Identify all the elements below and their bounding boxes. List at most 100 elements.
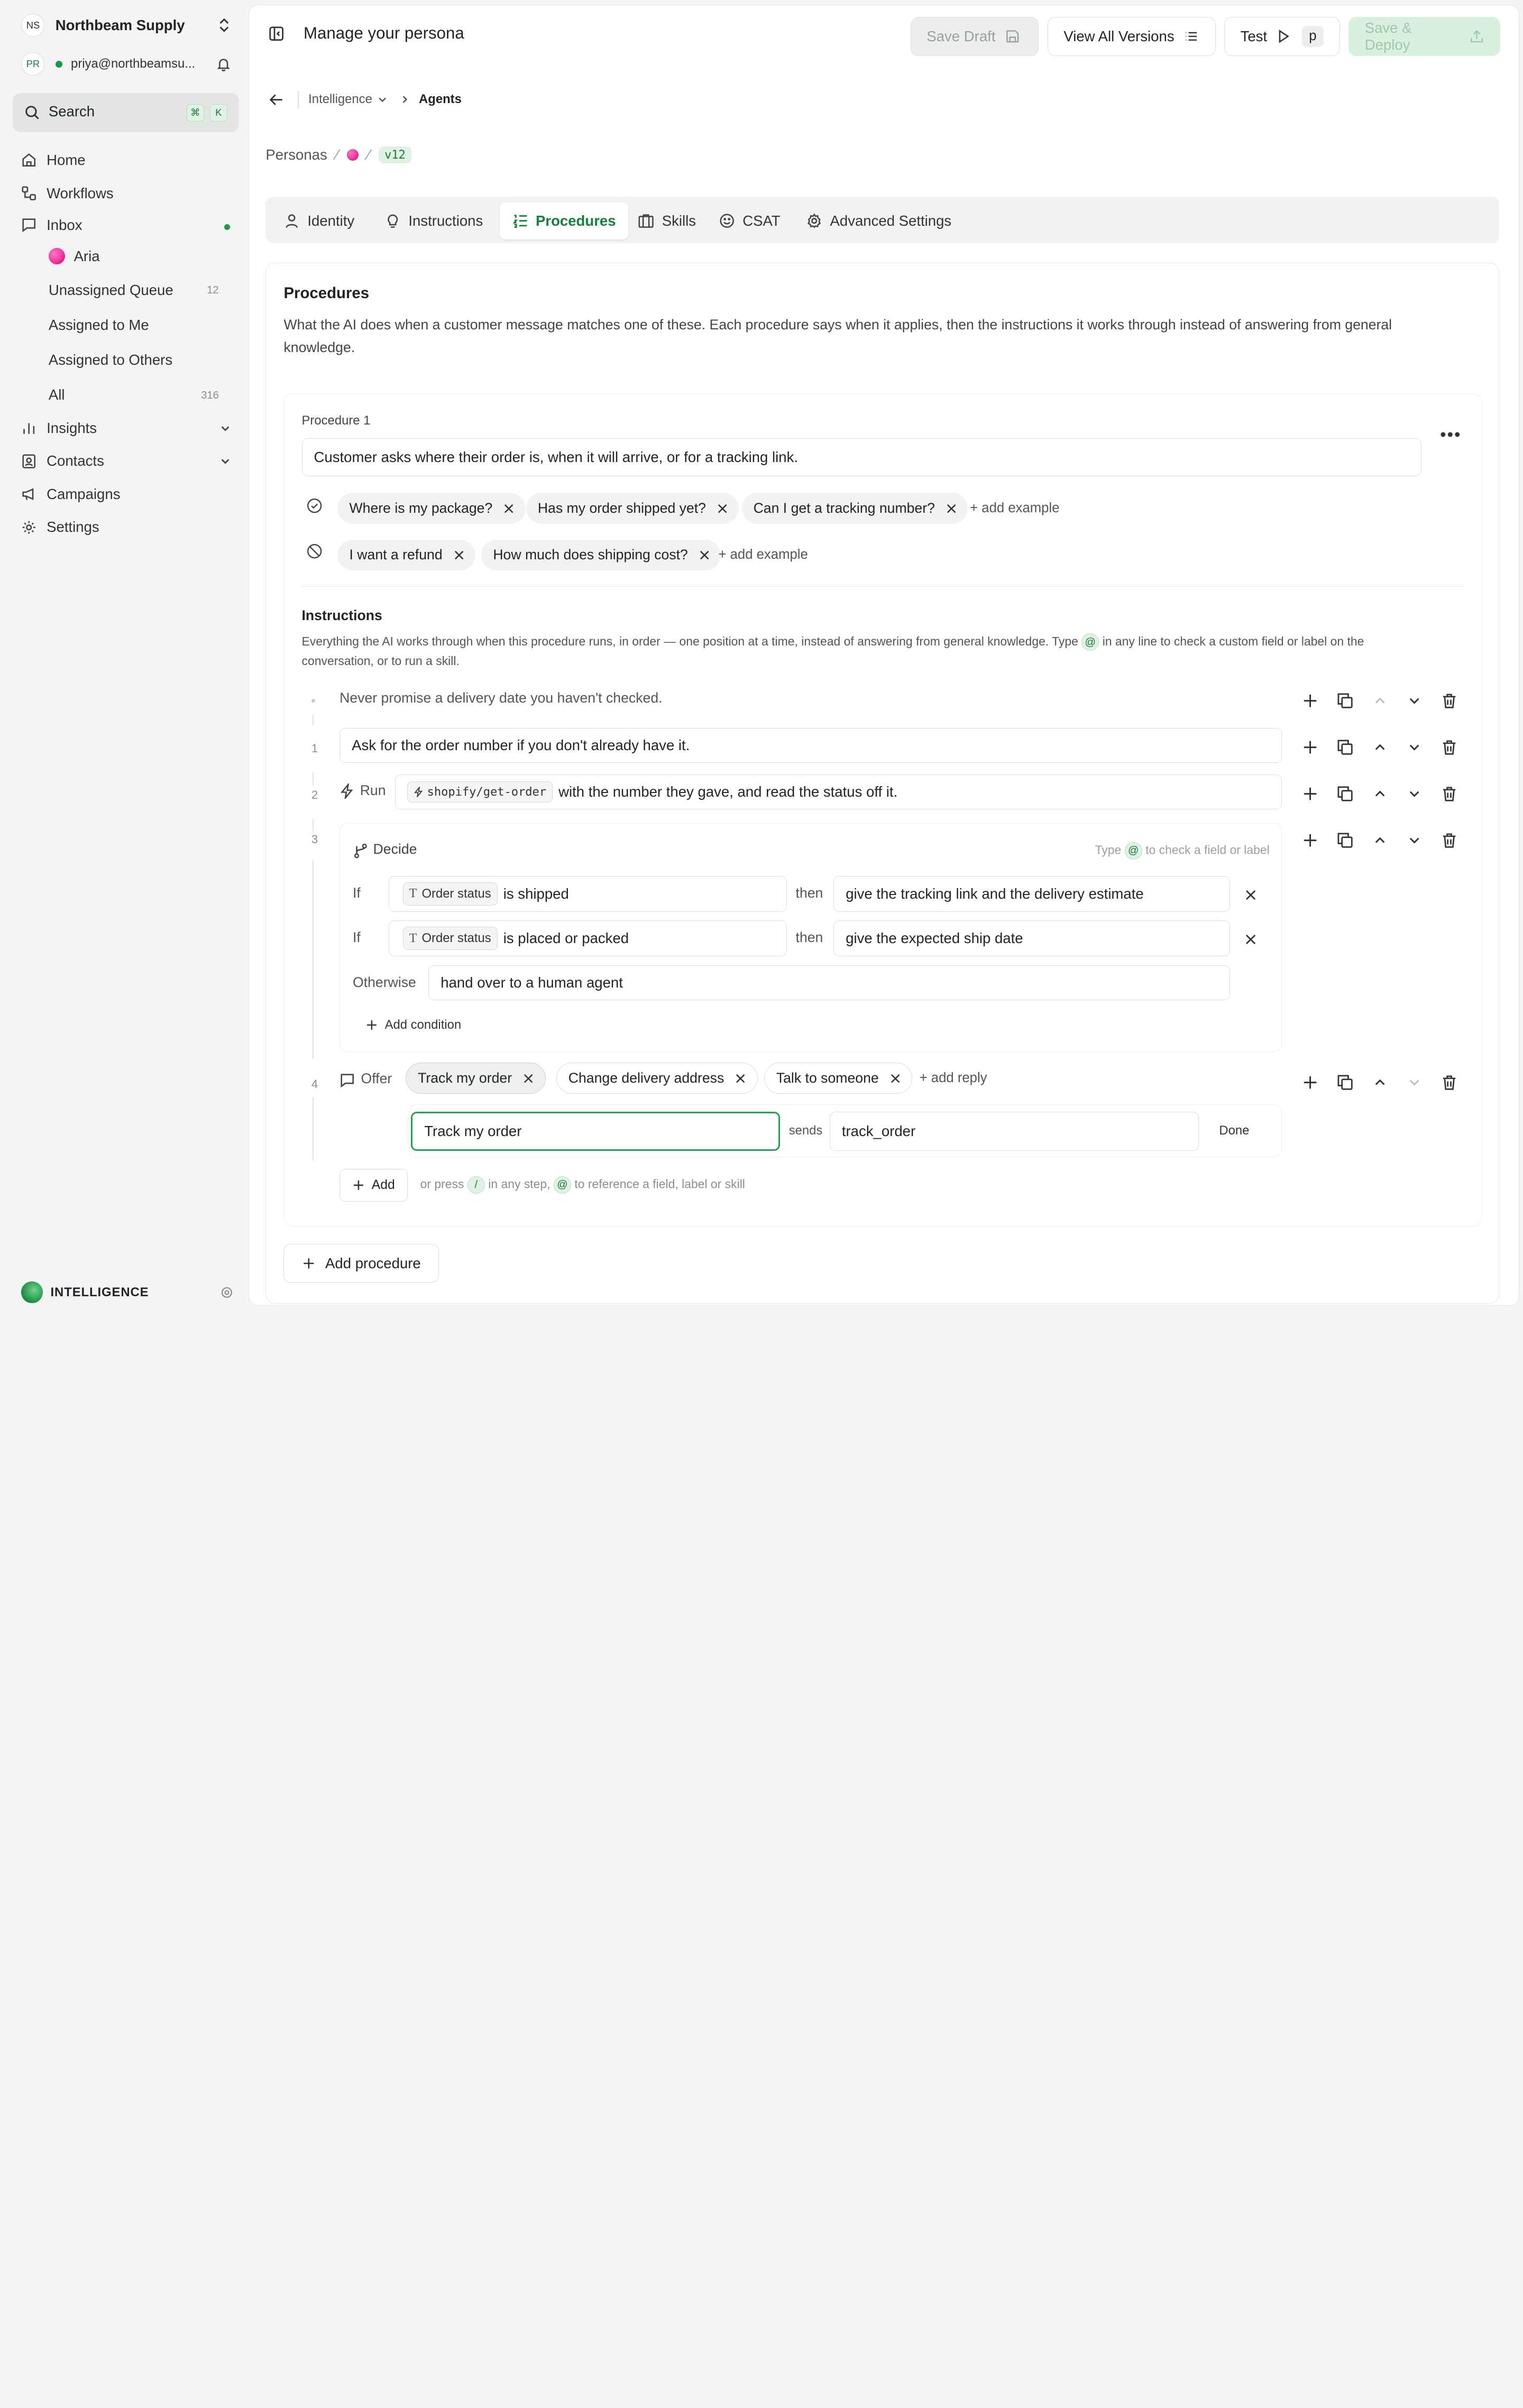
copy-icon[interactable] xyxy=(1337,786,1353,802)
close-icon[interactable] xyxy=(504,504,513,513)
plus-icon[interactable] xyxy=(1302,786,1318,802)
add-step-button[interactable]: Add xyxy=(340,1168,408,1202)
brand-logo xyxy=(21,1281,43,1303)
add-negative-example[interactable]: + add example xyxy=(718,547,808,562)
gear-icon[interactable] xyxy=(221,1286,233,1299)
close-icon[interactable] xyxy=(891,1074,900,1083)
condition-1-then-input[interactable]: give the tracking link and the delivery … xyxy=(833,875,1230,912)
workspace-switcher[interactable]: NS Northbeam Supply xyxy=(21,13,231,37)
plus-icon[interactable] xyxy=(1302,693,1318,709)
add-reply[interactable]: + add reply xyxy=(920,1071,987,1086)
copy-icon[interactable] xyxy=(1337,832,1353,848)
trash-icon[interactable] xyxy=(1441,1074,1457,1091)
add-procedure-button[interactable]: Add procedure xyxy=(283,1243,439,1283)
nav-campaigns[interactable]: Campaigns xyxy=(21,484,120,505)
chevron-down-icon[interactable] xyxy=(1406,786,1423,802)
plus-icon[interactable] xyxy=(1302,832,1318,848)
plus-icon[interactable] xyxy=(1302,1074,1318,1091)
copy-icon[interactable] xyxy=(1337,1074,1353,1091)
chevron-down-icon[interactable] xyxy=(1406,739,1423,755)
otherwise-input[interactable]: hand over to a human agent xyxy=(428,965,1230,1001)
sidebar-toggle-icon[interactable] xyxy=(269,26,284,41)
nav-settings[interactable]: Settings xyxy=(21,516,99,538)
close-icon[interactable] xyxy=(454,550,464,560)
trigger-input[interactable]: Customer asks where their order is, when… xyxy=(301,438,1422,477)
reply-label-input[interactable]: Track my order xyxy=(411,1112,781,1151)
bell-icon[interactable] xyxy=(216,57,231,72)
field-tag[interactable]: T Order status xyxy=(402,927,498,951)
hint-part: in any step, xyxy=(488,1177,551,1191)
add-positive-example[interactable]: + add example xyxy=(970,501,1059,516)
chevron-up-icon[interactable] xyxy=(1372,1074,1388,1091)
run-label: Run xyxy=(360,782,386,798)
inbox-assigned-others[interactable]: Assigned to Others xyxy=(49,352,172,368)
tab-identity[interactable]: Identity xyxy=(271,202,367,239)
trash-icon[interactable] xyxy=(1441,786,1457,802)
tab-procedures[interactable]: Procedures xyxy=(500,202,629,239)
add-condition-button[interactable]: Add condition xyxy=(365,1018,461,1032)
copy-icon[interactable] xyxy=(1337,693,1353,709)
step-2-input[interactable]: shopify/get-order with the number they g… xyxy=(394,774,1282,810)
guard-rule[interactable]: Never promise a delivery date you haven'… xyxy=(340,690,662,706)
negative-example-chip: How much does shipping cost? xyxy=(481,539,721,571)
close-icon[interactable] xyxy=(1245,934,1256,945)
nav-home[interactable]: Home xyxy=(21,150,86,171)
chevron-down-icon[interactable] xyxy=(1406,832,1423,848)
inbox-all[interactable]: All xyxy=(49,386,65,403)
search-button[interactable]: Search ⌘ K xyxy=(12,93,239,132)
close-icon[interactable] xyxy=(700,550,709,560)
tab-skills[interactable]: Skills xyxy=(625,202,709,239)
test-button[interactable]: Test p xyxy=(1224,17,1340,56)
nav-workflows[interactable]: Workflows xyxy=(21,182,114,204)
condition-2-then-input[interactable]: give the expected ship date xyxy=(833,920,1230,957)
chevron-down-icon[interactable] xyxy=(1406,693,1423,709)
trash-icon[interactable] xyxy=(1441,693,1457,709)
nav-contacts[interactable]: Contacts xyxy=(21,450,231,472)
tab-advanced-settings[interactable]: Advanced Settings xyxy=(794,202,965,239)
tab-csat[interactable]: CSAT xyxy=(707,202,793,239)
back-arrow-icon[interactable] xyxy=(269,92,284,107)
view-versions-button[interactable]: View All Versions xyxy=(1047,17,1216,56)
tab-instructions[interactable]: Instructions xyxy=(372,202,496,239)
nav-inbox[interactable]: Inbox xyxy=(21,215,82,236)
done-button[interactable]: Done xyxy=(1219,1123,1249,1138)
personas-link[interactable]: Personas xyxy=(265,146,327,163)
chevron-down-icon[interactable] xyxy=(1406,1074,1423,1091)
reply-text: Change delivery address xyxy=(568,1070,724,1086)
chevron-up-icon[interactable] xyxy=(1372,739,1388,755)
close-icon[interactable] xyxy=(947,504,956,513)
field-tag[interactable]: T Order status xyxy=(402,882,498,906)
inbox-unassigned[interactable]: Unassigned Queue xyxy=(49,282,173,299)
close-icon[interactable] xyxy=(736,1074,745,1083)
save-draft-button[interactable]: Save Draft xyxy=(910,17,1039,56)
user-row[interactable]: PR priya@northbeamsu... xyxy=(21,52,231,76)
reply-chip[interactable]: Track my order xyxy=(406,1063,546,1094)
save-deploy-button[interactable]: Save & Deploy xyxy=(1348,17,1500,56)
condition-1-input[interactable]: T Order status is shipped xyxy=(388,875,787,912)
trash-icon[interactable] xyxy=(1441,739,1457,755)
nav-insights[interactable]: Insights xyxy=(21,418,231,439)
plus-icon xyxy=(366,1020,377,1030)
reply-chip[interactable]: Talk to someone xyxy=(764,1063,913,1094)
inbox-assigned-me[interactable]: Assigned to Me xyxy=(49,317,149,334)
plus-icon[interactable] xyxy=(1302,739,1318,755)
path-separator: ⁄ xyxy=(336,146,338,163)
more-options-icon[interactable]: ••• xyxy=(1440,425,1461,445)
chevron-up-icon[interactable] xyxy=(1372,832,1388,848)
reply-chip[interactable]: Change delivery address xyxy=(556,1063,758,1094)
reply-value-input[interactable]: track_order xyxy=(829,1112,1199,1151)
condition-value: is placed or packed xyxy=(503,930,629,947)
close-icon[interactable] xyxy=(1245,890,1256,900)
condition-2-input[interactable]: T Order status is placed or packed xyxy=(388,920,787,957)
breadcrumb-parent[interactable]: Intelligence xyxy=(308,92,372,107)
chevron-up-icon[interactable] xyxy=(1372,693,1388,709)
chevron-right-icon xyxy=(402,96,408,104)
trash-icon[interactable] xyxy=(1441,832,1457,848)
skill-tag[interactable]: shopify/get-order xyxy=(407,781,553,803)
close-icon[interactable] xyxy=(524,1074,533,1083)
step-1-input[interactable]: Ask for the order number if you don't al… xyxy=(340,727,1282,763)
inbox-aria[interactable]: Aria xyxy=(48,246,100,267)
close-icon[interactable] xyxy=(718,504,727,513)
chevron-up-icon[interactable] xyxy=(1372,786,1388,802)
copy-icon[interactable] xyxy=(1337,739,1353,755)
